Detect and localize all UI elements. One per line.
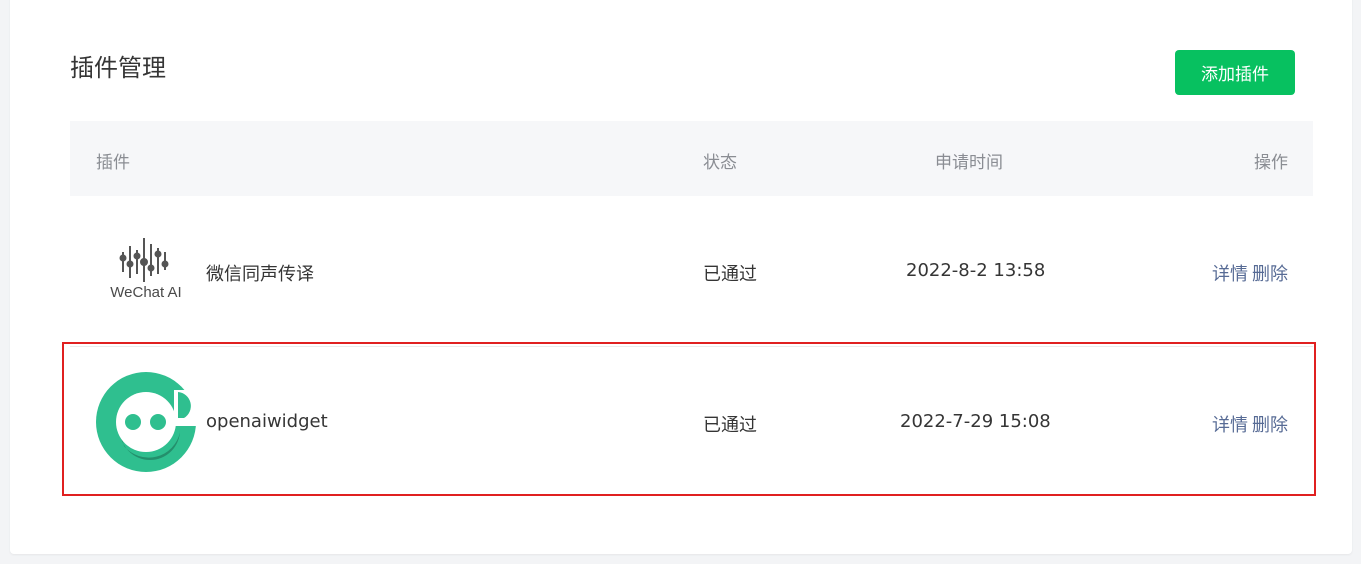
delete-link[interactable]: 删除 bbox=[1252, 264, 1288, 285]
detail-link[interactable]: 详情 bbox=[1212, 264, 1248, 285]
table-header: 插件 状态 申请时间 操作 bbox=[70, 121, 1313, 196]
header-apply-time: 申请时间 bbox=[935, 153, 1003, 173]
plugin-name: openaiwidget bbox=[206, 411, 328, 432]
plugin-management-card: 插件管理 添加插件 插件 状态 申请时间 操作 WeChat AI 微信同声传译… bbox=[10, 0, 1352, 554]
row-actions: 详情 删除 bbox=[1212, 260, 1288, 286]
header-plugin: 插件 bbox=[96, 153, 130, 173]
page-title: 插件管理 bbox=[70, 54, 166, 82]
table-row: openaiwidget 已通过 2022-7-29 15:08 详情 删除 bbox=[70, 346, 1313, 496]
apply-time: 2022-8-2 13:58 bbox=[906, 260, 1046, 281]
header-operations: 操作 bbox=[1254, 153, 1288, 173]
wechat-ai-logo-icon: WeChat AI bbox=[106, 234, 186, 310]
status-text: 已通过 bbox=[703, 264, 757, 285]
detail-link[interactable]: 详情 bbox=[1212, 415, 1248, 436]
apply-time: 2022-7-29 15:08 bbox=[900, 411, 1051, 432]
wechat-ai-logo-text: WeChat AI bbox=[110, 284, 182, 301]
table-row: WeChat AI 微信同声传译 已通过 2022-8-2 13:58 详情 删除 bbox=[70, 196, 1313, 347]
header-status: 状态 bbox=[703, 153, 737, 173]
openaiwidget-logo-icon bbox=[94, 370, 204, 478]
delete-link[interactable]: 删除 bbox=[1252, 415, 1288, 436]
status-text: 已通过 bbox=[703, 415, 757, 436]
row-actions: 详情 删除 bbox=[1212, 411, 1288, 437]
plugin-name: 微信同声传译 bbox=[206, 264, 314, 285]
add-plugin-button[interactable]: 添加插件 bbox=[1175, 50, 1295, 95]
